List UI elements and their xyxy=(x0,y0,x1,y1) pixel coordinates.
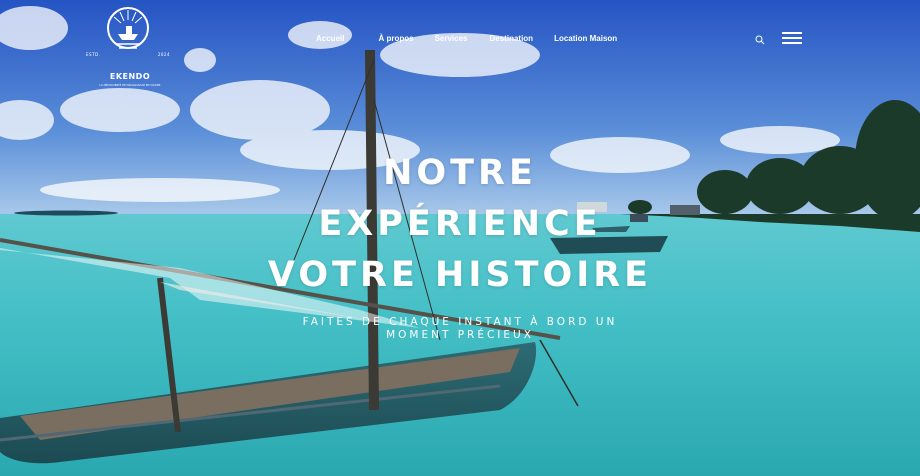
logo-brand-name: EKENDO xyxy=(109,72,151,81)
nav-item-accueil[interactable]: Accueil xyxy=(316,34,344,43)
hamburger-menu-icon[interactable] xyxy=(782,32,802,44)
subtitle-line-2: MOMENT PRÉCIEUX xyxy=(386,329,534,341)
subtitle-line-1: FAITES DE CHAQUE INSTANT À BORD UN xyxy=(302,316,618,328)
logo-year: 2024 xyxy=(157,52,170,57)
search-icon[interactable] xyxy=(754,34,766,46)
main-nav: Accueil À propos Services Destination Lo… xyxy=(316,34,617,43)
menu-line xyxy=(782,32,802,34)
nav-item-a-propos[interactable]: À propos xyxy=(378,34,413,43)
sailboat-emblem-icon xyxy=(107,7,149,49)
hero-headline: NOTRE EXPÉRIENCE VOTRE HISTOIRE xyxy=(0,148,920,301)
menu-line xyxy=(782,37,802,39)
nav-item-location-maison[interactable]: Location Maison xyxy=(554,34,617,43)
hero-section: ESTD. 2024 EKENDO LA DÉCOUVERTE DE MADAG… xyxy=(0,0,920,476)
headline-line-1: NOTRE xyxy=(383,153,537,193)
headline-line-2: EXPÉRIENCE xyxy=(318,204,602,244)
nav-item-services[interactable]: Services xyxy=(435,34,468,43)
logo-estd: ESTD. xyxy=(86,52,101,57)
brand-logo[interactable]: ESTD. 2024 EKENDO LA DÉCOUVERTE DE MADAG… xyxy=(84,6,180,90)
headline-line-3: VOTRE HISTOIRE xyxy=(267,255,653,295)
hero-subtitle: FAITES DE CHAQUE INSTANT À BORD UN MOMEN… xyxy=(270,316,650,342)
logo-tagline: LA DÉCOUVERTE DE MADAGASCAR EN VOILIER xyxy=(99,84,161,87)
nav-item-destination[interactable]: Destination xyxy=(490,34,534,43)
menu-line xyxy=(782,42,802,44)
